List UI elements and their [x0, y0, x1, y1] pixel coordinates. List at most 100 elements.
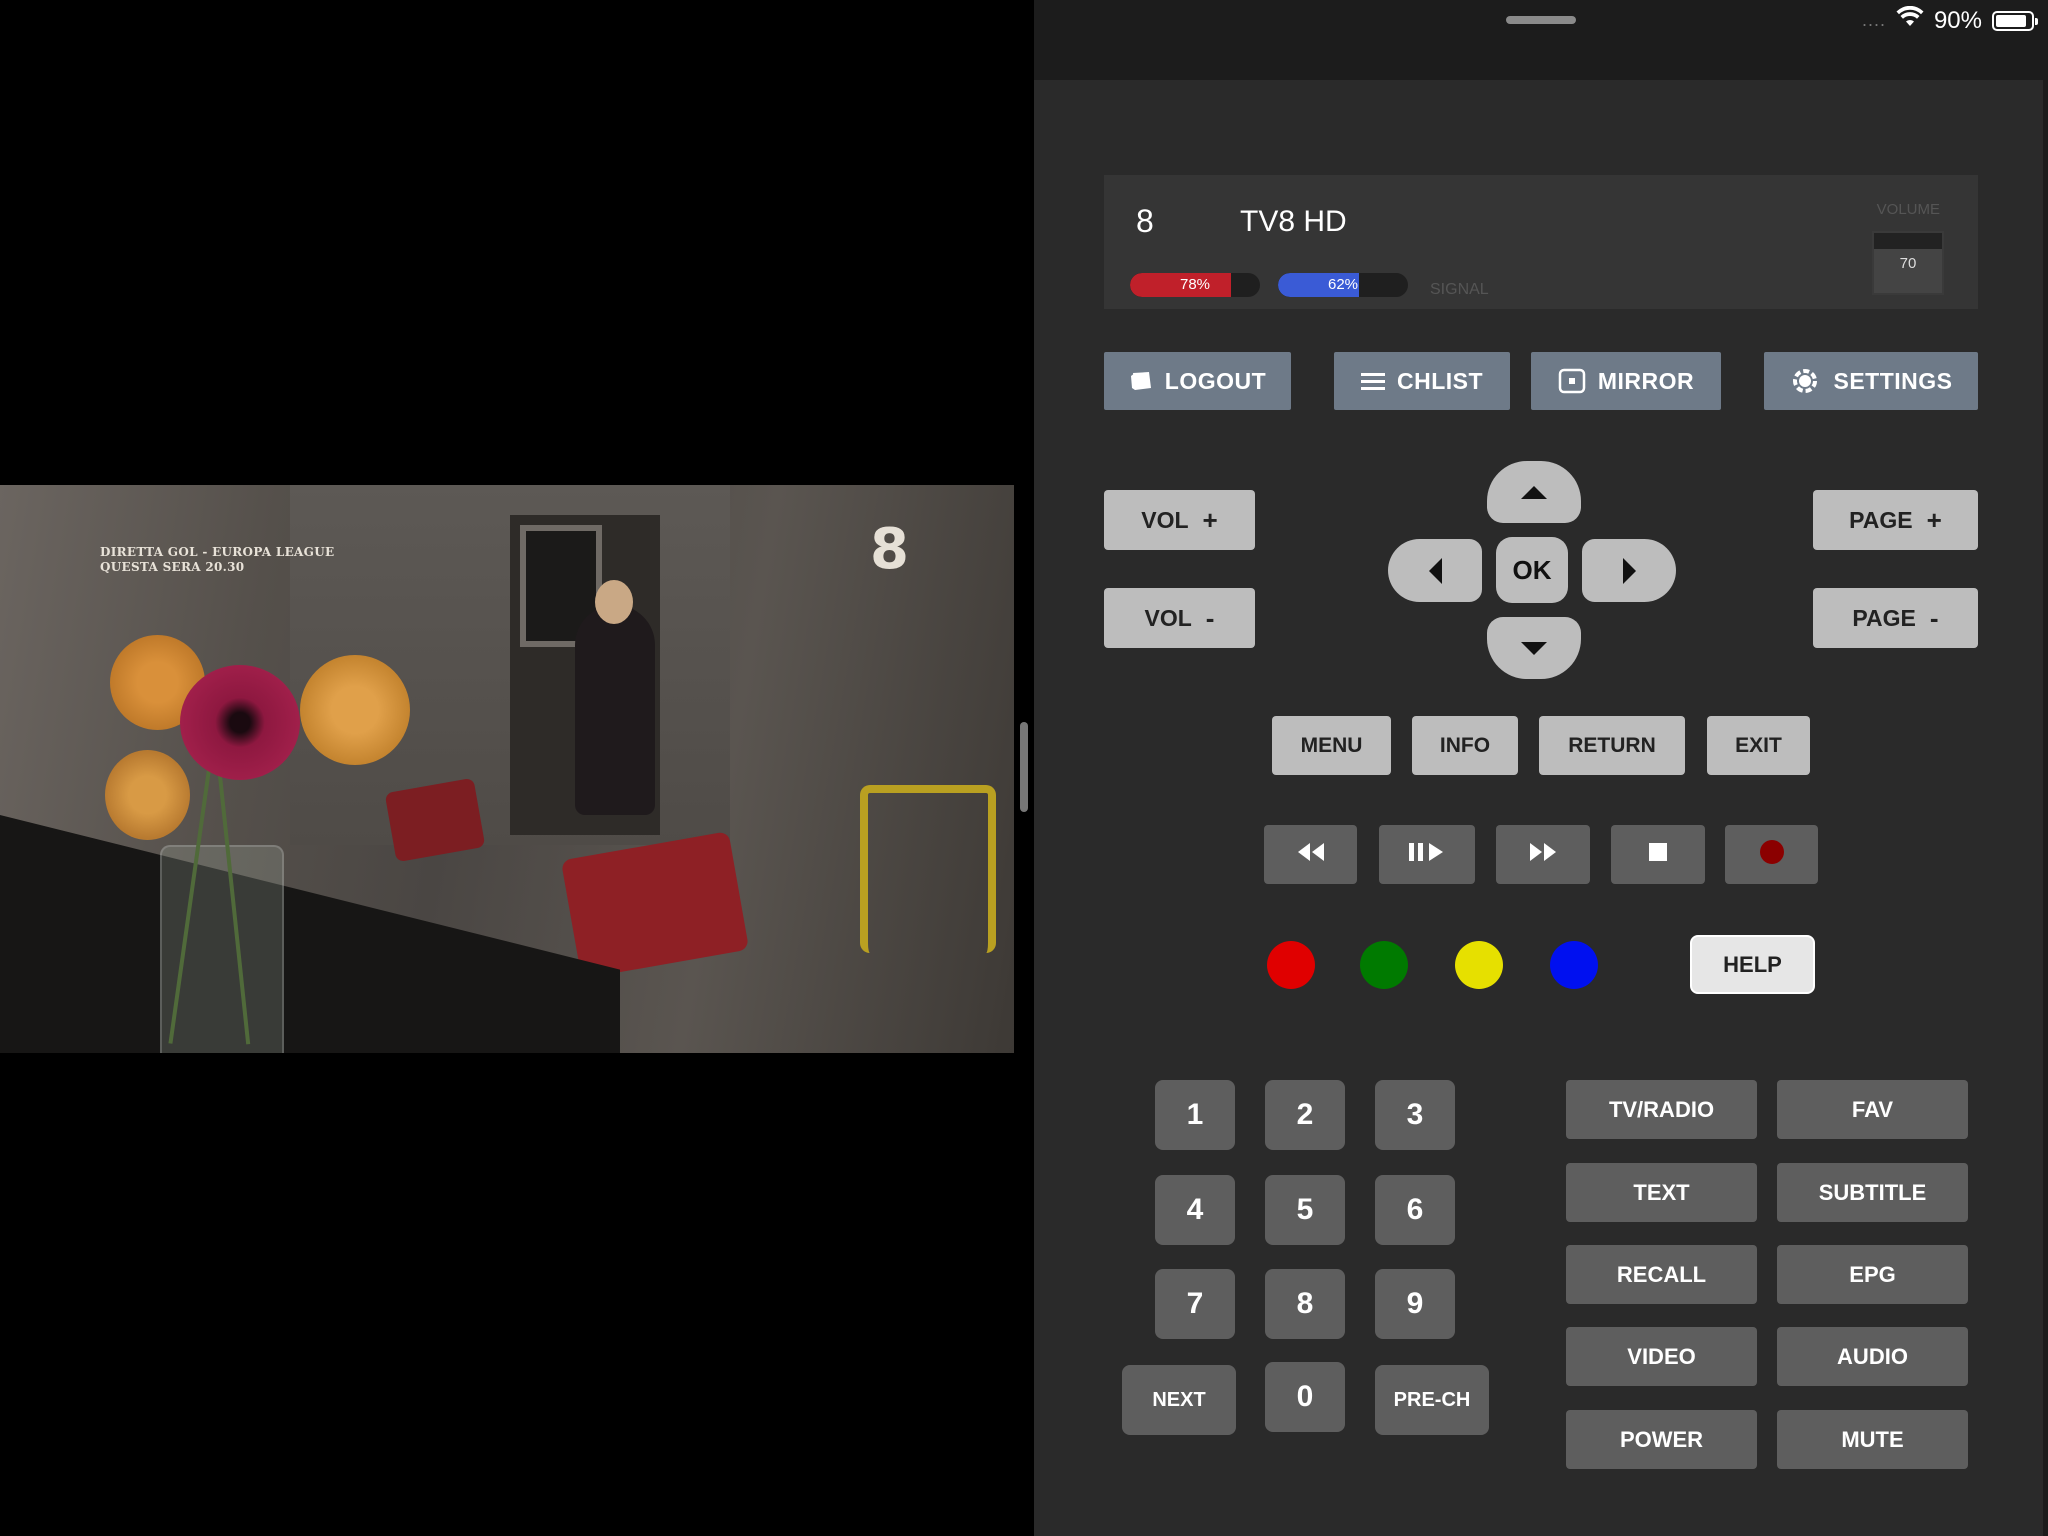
exit-button[interactable]: EXIT	[1707, 716, 1810, 775]
audio-label: AUDIO	[1837, 1343, 1908, 1369]
digit-5-button[interactable]: 5	[1265, 1175, 1345, 1245]
info-button[interactable]: INFO	[1412, 716, 1518, 775]
digit-0-label: 0	[1296, 1380, 1314, 1413]
dpad-ok-button[interactable]: OK	[1496, 537, 1568, 603]
digit-5-label: 5	[1296, 1193, 1314, 1226]
chlist-button[interactable]: CHLIST	[1334, 352, 1510, 410]
vol-down-button[interactable]: VOL -	[1104, 588, 1255, 648]
record-button[interactable]	[1725, 825, 1818, 884]
mirror-icon	[1558, 368, 1586, 394]
vol-up-button[interactable]: VOL +	[1104, 490, 1255, 550]
video-vase	[160, 845, 284, 1053]
epg-label: EPG	[1849, 1261, 1896, 1287]
video-person-head	[595, 580, 633, 624]
vol-down-label: VOL	[1144, 604, 1192, 631]
fast-forward-button[interactable]	[1496, 825, 1590, 884]
rewind-button[interactable]	[1264, 825, 1357, 884]
digit-8-button[interactable]: 8	[1265, 1269, 1345, 1339]
overlay-caption-line1: DIRETTA GOL - EUROPA LEAGUE	[100, 545, 335, 559]
plus-icon: +	[1926, 504, 1942, 535]
signal-strength-bar: 78%	[1130, 273, 1260, 297]
fast-forward-icon	[1528, 841, 1558, 869]
minus-icon: -	[1929, 602, 1939, 633]
dpad-left-button[interactable]	[1388, 539, 1482, 602]
volume-label: VOLUME	[1876, 201, 1940, 218]
chlist-label: CHLIST	[1396, 367, 1484, 394]
pre-ch-button[interactable]: PRE-CH	[1375, 1365, 1489, 1435]
recall-label: RECALL	[1616, 1261, 1707, 1287]
digit-1-label: 1	[1186, 1098, 1204, 1131]
menu-button[interactable]: MENU	[1272, 716, 1391, 775]
yellow-key-button[interactable]	[1455, 941, 1503, 989]
help-label: HELP	[1723, 951, 1782, 977]
recall-button[interactable]: RECALL	[1566, 1245, 1757, 1304]
text-label: TEXT	[1633, 1179, 1690, 1205]
wifi-icon	[1896, 5, 1924, 35]
video-button[interactable]: VIDEO	[1566, 1327, 1757, 1386]
digit-9-button[interactable]: 9	[1375, 1269, 1455, 1339]
channel-name: TV8 HD	[1240, 205, 1347, 238]
text-button[interactable]: TEXT	[1566, 1163, 1757, 1222]
channel-info-box: 8 TV8 HD 78% 62% SIGNAL VOLUME 70	[1104, 175, 1978, 309]
digit-1-button[interactable]: 1	[1155, 1080, 1235, 1150]
subtitle-button[interactable]: SUBTITLE	[1777, 1163, 1968, 1222]
signal-quality-value: 62%	[1327, 276, 1359, 293]
return-button[interactable]: RETURN	[1539, 716, 1685, 775]
signal-strength-value: 78%	[1179, 276, 1211, 293]
status-bar: .... 90%	[1862, 5, 2038, 35]
page-up-button[interactable]: PAGE +	[1813, 490, 1978, 550]
battery-icon	[1992, 10, 2038, 31]
green-key-button[interactable]	[1360, 941, 1408, 989]
rewind-icon	[1296, 841, 1326, 869]
digit-3-button[interactable]: 3	[1375, 1080, 1455, 1150]
logout-label: LOGOUT	[1164, 367, 1267, 394]
tv-radio-button[interactable]: TV/RADIO	[1566, 1080, 1757, 1139]
digit-2-button[interactable]: 2	[1265, 1080, 1345, 1150]
play-pause-button[interactable]	[1379, 825, 1475, 884]
power-button[interactable]: POWER	[1566, 1410, 1757, 1469]
stop-icon	[1647, 841, 1669, 869]
settings-button[interactable]: SETTINGS	[1764, 352, 1978, 410]
digit-7-button[interactable]: 7	[1155, 1269, 1235, 1339]
mute-label: MUTE	[1841, 1426, 1904, 1452]
blue-key-button[interactable]	[1550, 941, 1598, 989]
digit-8-label: 8	[1296, 1287, 1314, 1320]
page-up-label: PAGE	[1849, 506, 1913, 533]
battery-percent: 90%	[1933, 6, 1982, 34]
video-overlay-caption: DIRETTA GOL - EUROPA LEAGUE QUESTA SERA …	[100, 545, 334, 575]
multitask-grabber[interactable]	[1506, 16, 1576, 24]
page-down-button[interactable]: PAGE -	[1813, 588, 1978, 648]
dpad-up-button[interactable]	[1487, 461, 1581, 523]
help-button[interactable]: HELP	[1690, 935, 1815, 994]
digit-4-button[interactable]: 4	[1155, 1175, 1235, 1245]
settings-label: SETTINGS	[1833, 367, 1953, 394]
next-label: NEXT	[1152, 1388, 1206, 1411]
volume-value: 70	[1899, 255, 1917, 272]
red-key-button[interactable]	[1267, 941, 1315, 989]
digit-6-button[interactable]: 6	[1375, 1175, 1455, 1245]
dpad-right-button[interactable]	[1582, 539, 1676, 602]
digit-4-label: 4	[1186, 1193, 1204, 1226]
stop-button[interactable]	[1611, 825, 1705, 884]
logout-icon	[1129, 370, 1153, 392]
pre-ch-label: PRE-CH	[1393, 1388, 1471, 1411]
arrow-right-icon	[1622, 557, 1636, 584]
fav-button[interactable]: FAV	[1777, 1080, 1968, 1139]
ok-label: OK	[1512, 554, 1552, 585]
record-icon	[1759, 839, 1785, 871]
audio-button[interactable]: AUDIO	[1777, 1327, 1968, 1386]
arrow-left-icon	[1428, 557, 1442, 584]
epg-button[interactable]: EPG	[1777, 1245, 1968, 1304]
split-view-handle[interactable]	[1020, 722, 1028, 812]
menu-label: MENU	[1300, 733, 1363, 757]
subtitle-label: SUBTITLE	[1818, 1179, 1927, 1205]
digit-6-label: 6	[1406, 1193, 1424, 1226]
digit-0-button[interactable]: 0	[1265, 1362, 1345, 1432]
play-pause-icon	[1407, 841, 1447, 869]
mirror-button[interactable]: MIRROR	[1531, 352, 1721, 410]
digit-9-label: 9	[1406, 1287, 1424, 1320]
logout-button[interactable]: LOGOUT	[1104, 352, 1291, 410]
fav-label: FAV	[1851, 1096, 1894, 1122]
mute-button[interactable]: MUTE	[1777, 1410, 1968, 1469]
next-button[interactable]: NEXT	[1122, 1365, 1236, 1435]
